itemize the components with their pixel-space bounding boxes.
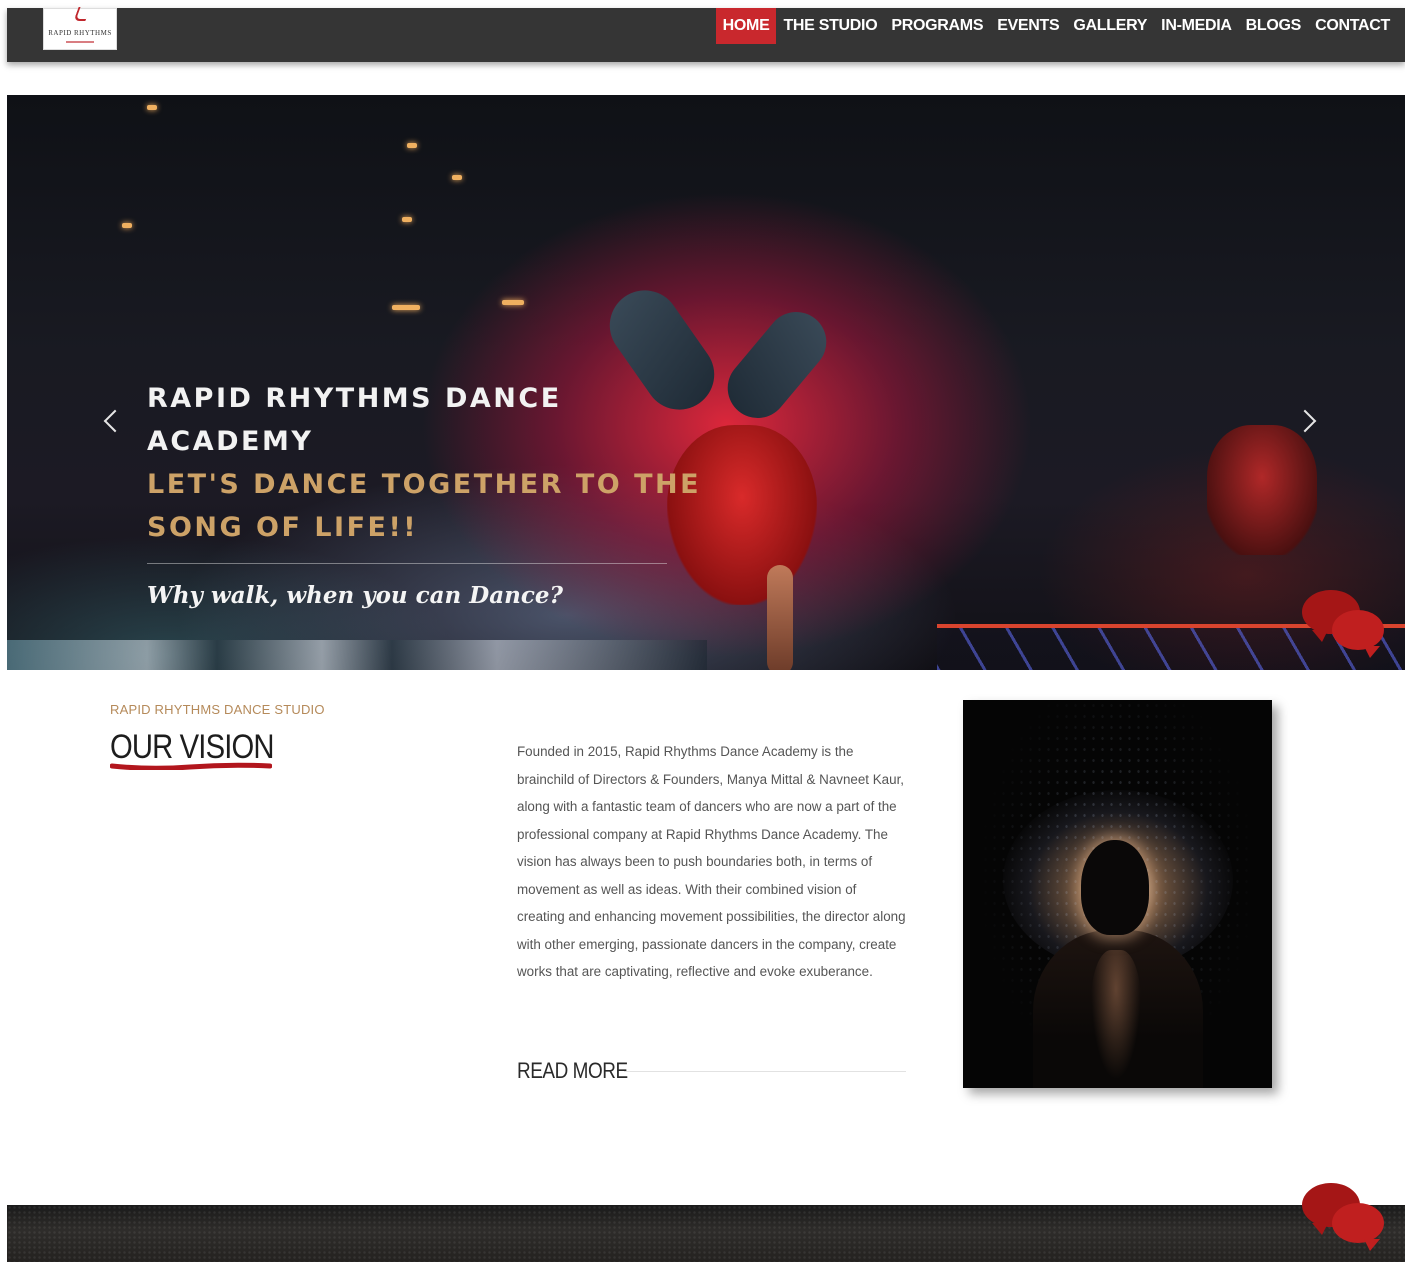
vision-image	[963, 700, 1272, 1088]
background-light	[452, 175, 462, 180]
chat-bubbles-icon[interactable]	[1302, 590, 1388, 658]
nav-contact[interactable]: CONTACT	[1308, 8, 1397, 44]
hero-tagline: LET'S DANCE TOGETHER TO THE SONG OF LIFE…	[147, 463, 707, 549]
section-kicker: RAPID RHYTHMS DANCE STUDIO	[110, 702, 325, 717]
nav-the-studio[interactable]: THE STUDIO	[776, 8, 884, 44]
hero-caption: RAPID RHYTHMS DANCE ACADEMY LET'S DANCE …	[147, 377, 707, 609]
crowd-lights	[7, 640, 707, 670]
read-more-divider	[624, 1071, 906, 1072]
main-menu: HOME THE STUDIO PROGRAMS EVENTS GALLERY …	[715, 8, 1397, 44]
dancer-leg	[715, 299, 839, 431]
hero-slider: RAPID RHYTHMS DANCE ACADEMY LET'S DANCE …	[7, 95, 1405, 670]
next-section-band	[7, 1205, 1405, 1262]
read-more-link[interactable]: READ MORE	[517, 1058, 628, 1084]
chat-bubbles-icon[interactable]	[1302, 1183, 1388, 1251]
nav-in-media[interactable]: IN-MEDIA	[1154, 8, 1238, 44]
heading-brush-underline	[110, 762, 272, 770]
background-light	[502, 300, 524, 305]
site-logo[interactable]: RAPID RHYTHMS	[43, 7, 117, 50]
nav-home[interactable]: HOME	[715, 8, 777, 44]
background-light	[407, 143, 417, 148]
chevron-right-icon[interactable]	[1293, 409, 1317, 433]
dj-figure	[1207, 425, 1317, 555]
hero-divider	[147, 563, 667, 564]
nav-gallery[interactable]: GALLERY	[1066, 8, 1154, 44]
top-navbar: RAPID RHYTHMS HOME THE STUDIO PROGRAMS E…	[7, 7, 1405, 62]
hero-title: RAPID RHYTHMS DANCE ACADEMY	[147, 377, 707, 463]
background-light	[147, 105, 157, 110]
background-light	[402, 217, 412, 222]
vision-paragraph: Founded in 2015, Rapid Rhythms Dance Aca…	[517, 744, 906, 979]
hero-title-line2: ACADEMY	[147, 426, 314, 457]
logo-underline	[66, 41, 94, 43]
nav-events[interactable]: EVENTS	[990, 8, 1066, 44]
logo-text: RAPID RHYTHMS	[48, 29, 112, 37]
dancer-arm	[767, 565, 793, 670]
hero-title-line1: RAPID RHYTHMS DANCE	[147, 383, 562, 414]
chevron-left-icon[interactable]	[103, 409, 127, 433]
hero-tagline-line2: SONG OF LIFE!!	[147, 512, 419, 543]
hero-tagline-line1: LET'S DANCE TOGETHER TO THE	[147, 469, 702, 500]
nav-blogs[interactable]: BLOGS	[1239, 8, 1308, 44]
hero-quote: Why walk, when you can Dance?	[147, 582, 563, 609]
background-light	[122, 223, 132, 228]
nav-programs[interactable]: PROGRAMS	[884, 8, 990, 44]
rapid-rhythms-logo-icon	[73, 7, 91, 21]
background-light	[392, 305, 420, 310]
